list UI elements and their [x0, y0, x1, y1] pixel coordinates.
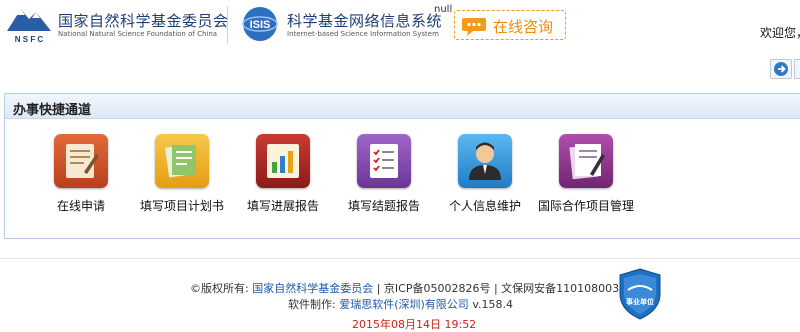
- version-text: v.158.4: [472, 298, 513, 311]
- quick-item-label: 国际合作项目管理: [537, 199, 634, 213]
- arrow-right-icon: [774, 62, 788, 76]
- date-time: 2015年08月14日 19:52: [352, 318, 477, 331]
- panel-title: 办事快捷通道: [13, 103, 92, 118]
- public-institution-badge[interactable]: 事业单位: [618, 268, 662, 320]
- quick-item-label: 填写结题报告: [347, 199, 420, 213]
- nsfc-logo-text: N S F C: [15, 35, 44, 44]
- copyright-prefix: ©版权所有:: [190, 282, 249, 295]
- software-prefix: 软件制作:: [288, 298, 336, 311]
- online-consult-button[interactable]: 在线咨询: [454, 10, 566, 40]
- welcome-text: 欢迎您，: [760, 26, 800, 40]
- quick-item-intl-cooperation[interactable]: 国际合作项目管理: [536, 134, 636, 214]
- system-name-en: Internet-based Science Information Syste…: [287, 30, 439, 38]
- quick-item-label: 个人信息维护: [448, 199, 521, 213]
- footer-divider: [0, 258, 800, 259]
- copyright-org-link[interactable]: 国家自然科学基金委员会: [252, 282, 373, 295]
- org-name-en: National Natural Science Foundation of C…: [58, 30, 218, 38]
- software-line: 软件制作: 爱瑞思软件(深圳)有限公司 v.158.4: [288, 296, 513, 312]
- quick-item-label: 填写进展报告: [246, 199, 319, 213]
- page-footer: ©版权所有: 国家自然科学基金委员会 | 京ICP备05002826号 | 文保…: [0, 276, 800, 331]
- online-application-icon: [54, 134, 108, 188]
- quick-access-panel: 办事快捷通道 在线申请 填写项目计划书 填写进展报告 填写结题报告 个人信息维护…: [4, 93, 800, 239]
- quick-item-online-application[interactable]: 在线申请: [31, 134, 131, 214]
- quick-item-label: 在线申请: [56, 199, 105, 213]
- icp-text: | 京ICP备05002826号 | 文保网安备1101080035号: [376, 282, 638, 295]
- online-consult-label: 在线咨询: [493, 18, 554, 36]
- quick-item-project-plan[interactable]: 填写项目计划书: [132, 134, 232, 214]
- quick-item-final-report[interactable]: 填写结题报告: [334, 134, 434, 214]
- header-divider: [227, 6, 228, 44]
- forward-arrow-button[interactable]: [770, 59, 792, 79]
- progress-report-icon: [256, 134, 310, 188]
- project-plan-icon: [155, 134, 209, 188]
- software-company-link[interactable]: 爱瑞思软件(深圳)有限公司: [339, 298, 469, 311]
- final-report-icon: [357, 134, 411, 188]
- page-header: N S F C 国家自然科学基金委员会 National Natural Sci…: [0, 0, 800, 52]
- next-nav-button-partial[interactable]: [794, 59, 800, 79]
- isis-logo: ISIS: [242, 7, 278, 41]
- null-label: null: [434, 4, 453, 15]
- nsfc-logo: N S F C: [3, 3, 55, 45]
- panel-header: 办事快捷通道: [5, 94, 800, 119]
- copyright-line: ©版权所有: 国家自然科学基金委员会 | 京ICP备05002826号 | 文保…: [190, 280, 637, 296]
- org-name-cn: 国家自然科学基金委员会: [58, 12, 229, 30]
- quick-item-personal-info[interactable]: 个人信息维护: [435, 134, 535, 214]
- badge-text: 事业单位: [626, 297, 654, 306]
- quick-item-progress-report[interactable]: 填写进展报告: [233, 134, 333, 214]
- intl-cooperation-icon: [559, 134, 613, 188]
- personal-info-icon: [458, 134, 512, 188]
- system-name-cn: 科学基金网络信息系统: [287, 12, 443, 30]
- chat-bubble-icon: [462, 18, 486, 36]
- isis-logo-text: ISIS: [250, 19, 271, 31]
- quick-item-label: 填写项目计划书: [139, 199, 224, 213]
